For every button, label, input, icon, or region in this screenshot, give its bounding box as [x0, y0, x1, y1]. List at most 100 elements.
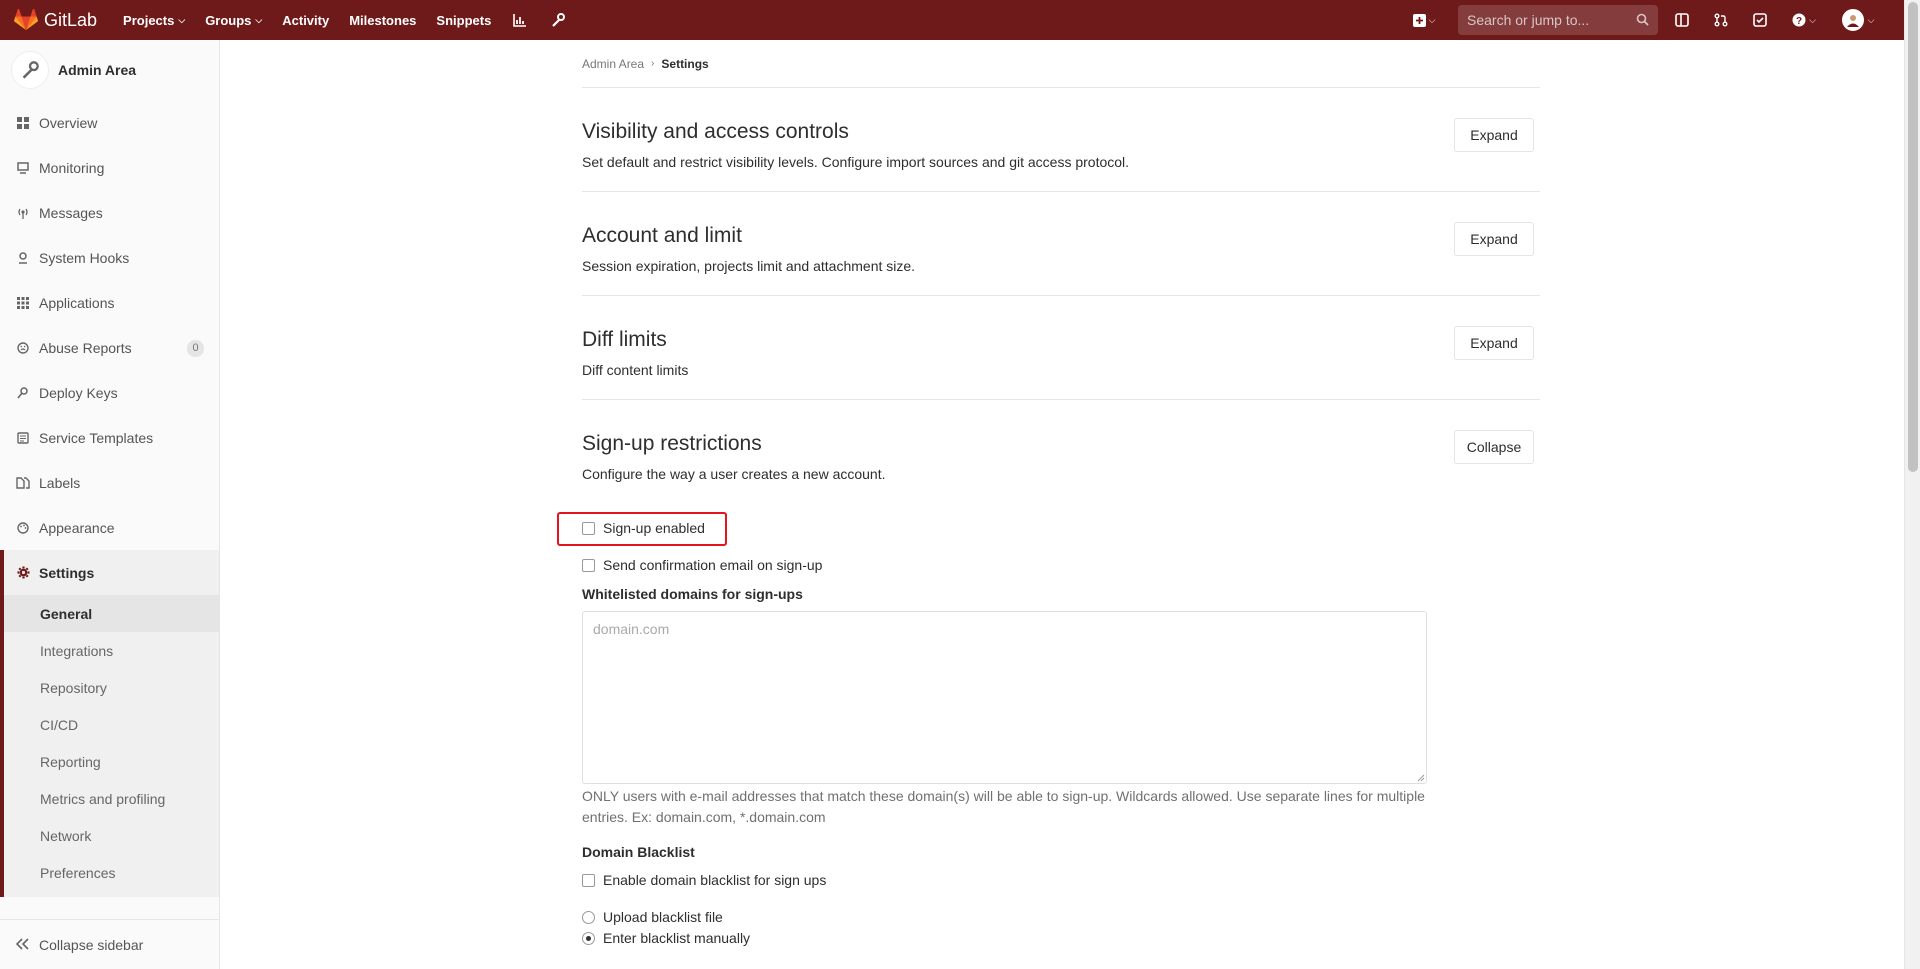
- blacklist-enable-label[interactable]: Enable domain blacklist for sign ups: [603, 872, 826, 888]
- confirmation-email-label[interactable]: Send confirmation email on sign-up: [603, 557, 822, 573]
- sidebar-item-label: Settings: [39, 564, 95, 581]
- whitelist-label: Whitelisted domains for sign-ups: [582, 586, 803, 602]
- user-menu[interactable]: ⌵: [1838, 9, 1878, 31]
- nav-projects-label: Projects: [123, 12, 175, 28]
- nav-projects[interactable]: Projects ⌵: [123, 13, 185, 28]
- expand-account-button[interactable]: Expand: [1454, 222, 1534, 256]
- section-signup-restrictions: Sign-up restrictions Configure the way a…: [582, 400, 1540, 510]
- whitelist-help: ONLY users with e-mail addresses that ma…: [582, 788, 1425, 825]
- sidebar-item-label: System Hooks: [39, 249, 130, 266]
- gitlab-logo[interactable]: GitLab: [14, 9, 97, 31]
- sidebar-item-label: Appearance: [39, 519, 115, 536]
- merge-request-icon[interactable]: [1711, 10, 1731, 30]
- section-diff-limits: Diff limits Diff content limits Expand: [582, 296, 1540, 400]
- upload-blacklist-row[interactable]: Upload blacklist file: [582, 909, 1540, 925]
- sidebar-item-label: Labels: [39, 474, 81, 491]
- nav-milestones[interactable]: Milestones: [349, 13, 416, 28]
- sidebar-subitem-repository[interactable]: Repository: [4, 669, 219, 706]
- chevron-down-icon: ⌵: [1428, 14, 1436, 25]
- nav-snippets[interactable]: Snippets: [436, 13, 491, 28]
- section-title: Sign-up restrictions: [582, 432, 762, 455]
- resize-grip-icon[interactable]: [1416, 773, 1425, 782]
- sidebar-item-settings[interactable]: Settings: [0, 550, 219, 595]
- sidebar-item-labels[interactable]: Labels: [0, 460, 219, 505]
- blacklist-heading: Domain Blacklist: [582, 844, 695, 860]
- sidebar-subitem-ci-cd[interactable]: CI/CD: [4, 706, 219, 743]
- section-description: Configure the way a user creates a new a…: [582, 466, 886, 482]
- blacklist-enable-checkbox[interactable]: [582, 873, 595, 887]
- sidebar-item-label: Service Templates: [39, 429, 154, 446]
- wrench-icon[interactable]: [549, 11, 567, 29]
- expand-visibility-button[interactable]: Expand: [1454, 118, 1534, 152]
- template-icon: [16, 431, 30, 445]
- collapse-sidebar-button[interactable]: Collapse sidebar: [0, 919, 219, 969]
- abuse-count-badge: 0: [187, 340, 204, 357]
- breadcrumb-current[interactable]: Settings: [661, 57, 708, 71]
- expand-diff-button[interactable]: Expand: [1454, 326, 1534, 360]
- sidebar-title: Admin Area: [58, 62, 137, 78]
- sidebar-header[interactable]: Admin Area: [0, 40, 219, 100]
- manual-blacklist-row[interactable]: Enter blacklist manually: [582, 930, 1540, 946]
- new-item-dropdown[interactable]: ⌵: [1410, 10, 1438, 30]
- sidebar-subitem-network[interactable]: Network: [4, 817, 219, 854]
- section-description: Diff content limits: [582, 362, 689, 378]
- manual-blacklist-label[interactable]: Enter blacklist manually: [603, 930, 750, 946]
- sidebar-subitem-reporting[interactable]: Reporting: [4, 743, 219, 780]
- sidebar-subitem-general[interactable]: General: [4, 595, 219, 632]
- sidebar-item-messages[interactable]: Messages: [0, 190, 219, 235]
- confirmation-email-checkbox[interactable]: [582, 558, 595, 572]
- chart-icon[interactable]: [511, 11, 529, 29]
- breadcrumb: Admin Area › Settings: [582, 40, 1540, 88]
- manual-blacklist-radio[interactable]: [582, 931, 595, 945]
- search-placeholder: Search or jump to...: [1467, 12, 1590, 28]
- upload-blacklist-label[interactable]: Upload blacklist file: [603, 909, 723, 925]
- collapse-signup-button[interactable]: Collapse: [1454, 430, 1534, 464]
- search-icon: [1636, 13, 1649, 26]
- nav-groups[interactable]: Groups ⌵: [205, 13, 262, 28]
- confirmation-email-row[interactable]: Send confirmation email on sign-up: [582, 557, 1540, 573]
- page-scrollbar[interactable]: [1904, 0, 1920, 969]
- upload-blacklist-radio[interactable]: [582, 910, 595, 924]
- sidebar-item-overview[interactable]: Overview: [0, 100, 219, 145]
- sidebar-item-abuse-reports[interactable]: Abuse Reports 0: [0, 325, 219, 370]
- help-dropdown[interactable]: ? ⌵: [1789, 10, 1819, 30]
- sidebar-item-appearance[interactable]: Appearance: [0, 505, 219, 550]
- abuse-icon: [16, 341, 30, 355]
- sidebar-subitem-integrations[interactable]: Integrations: [4, 632, 219, 669]
- sidebar-subitem-metrics[interactable]: Metrics and profiling: [4, 780, 219, 817]
- sidebar-item-system-hooks[interactable]: System Hooks: [0, 235, 219, 280]
- plus-square-icon: [1412, 13, 1426, 27]
- palette-icon: [16, 521, 30, 535]
- signup-enabled-row[interactable]: Sign-up enabled: [557, 512, 1540, 546]
- grid-icon: [16, 116, 30, 130]
- sidebar-toggle-icon[interactable]: [1672, 10, 1692, 30]
- sidebar-item-label: Abuse Reports: [39, 339, 132, 356]
- breadcrumb-admin-area[interactable]: Admin Area: [582, 57, 644, 71]
- question-icon: ?: [1792, 13, 1806, 27]
- broadcast-icon: [16, 206, 30, 220]
- section-account-limit: Account and limit Session expiration, pr…: [582, 192, 1540, 296]
- section-title: Account and limit: [582, 224, 742, 247]
- key-icon: [16, 386, 30, 400]
- chevron-down-icon: ⌵: [1867, 14, 1875, 25]
- sidebar-item-label: Applications: [39, 294, 115, 311]
- sidebar-item-label: Messages: [39, 204, 103, 221]
- nav-activity[interactable]: Activity: [282, 13, 329, 28]
- scrollbar-thumb[interactable]: [1908, 2, 1918, 472]
- top-navbar: GitLab Projects ⌵ Groups ⌵ Activity Milest…: [0, 0, 1904, 40]
- collapse-sidebar-label: Collapse sidebar: [39, 936, 144, 953]
- sidebar-item-service-templates[interactable]: Service Templates: [0, 415, 219, 460]
- todo-check-icon[interactable]: [1750, 10, 1770, 30]
- search-input[interactable]: Search or jump to...: [1458, 5, 1658, 35]
- whitelist-placeholder: domain.com: [593, 621, 670, 637]
- chevron-down-icon: ⌵: [1809, 14, 1816, 25]
- settings-submenu: General Integrations Repository CI/CD Re…: [0, 595, 219, 897]
- section-visibility: Visibility and access controls Set defau…: [582, 88, 1540, 192]
- tanuki-icon: [14, 9, 38, 30]
- sidebar-item-applications[interactable]: Applications: [0, 280, 219, 325]
- sidebar-item-deploy-keys[interactable]: Deploy Keys: [0, 370, 219, 415]
- sidebar-item-monitoring[interactable]: Monitoring: [0, 145, 219, 190]
- blacklist-enable-row[interactable]: Enable domain blacklist for sign ups: [582, 872, 1540, 888]
- sidebar-subitem-preferences[interactable]: Preferences: [4, 854, 219, 891]
- whitelist-textarea[interactable]: domain.com: [582, 611, 1427, 784]
